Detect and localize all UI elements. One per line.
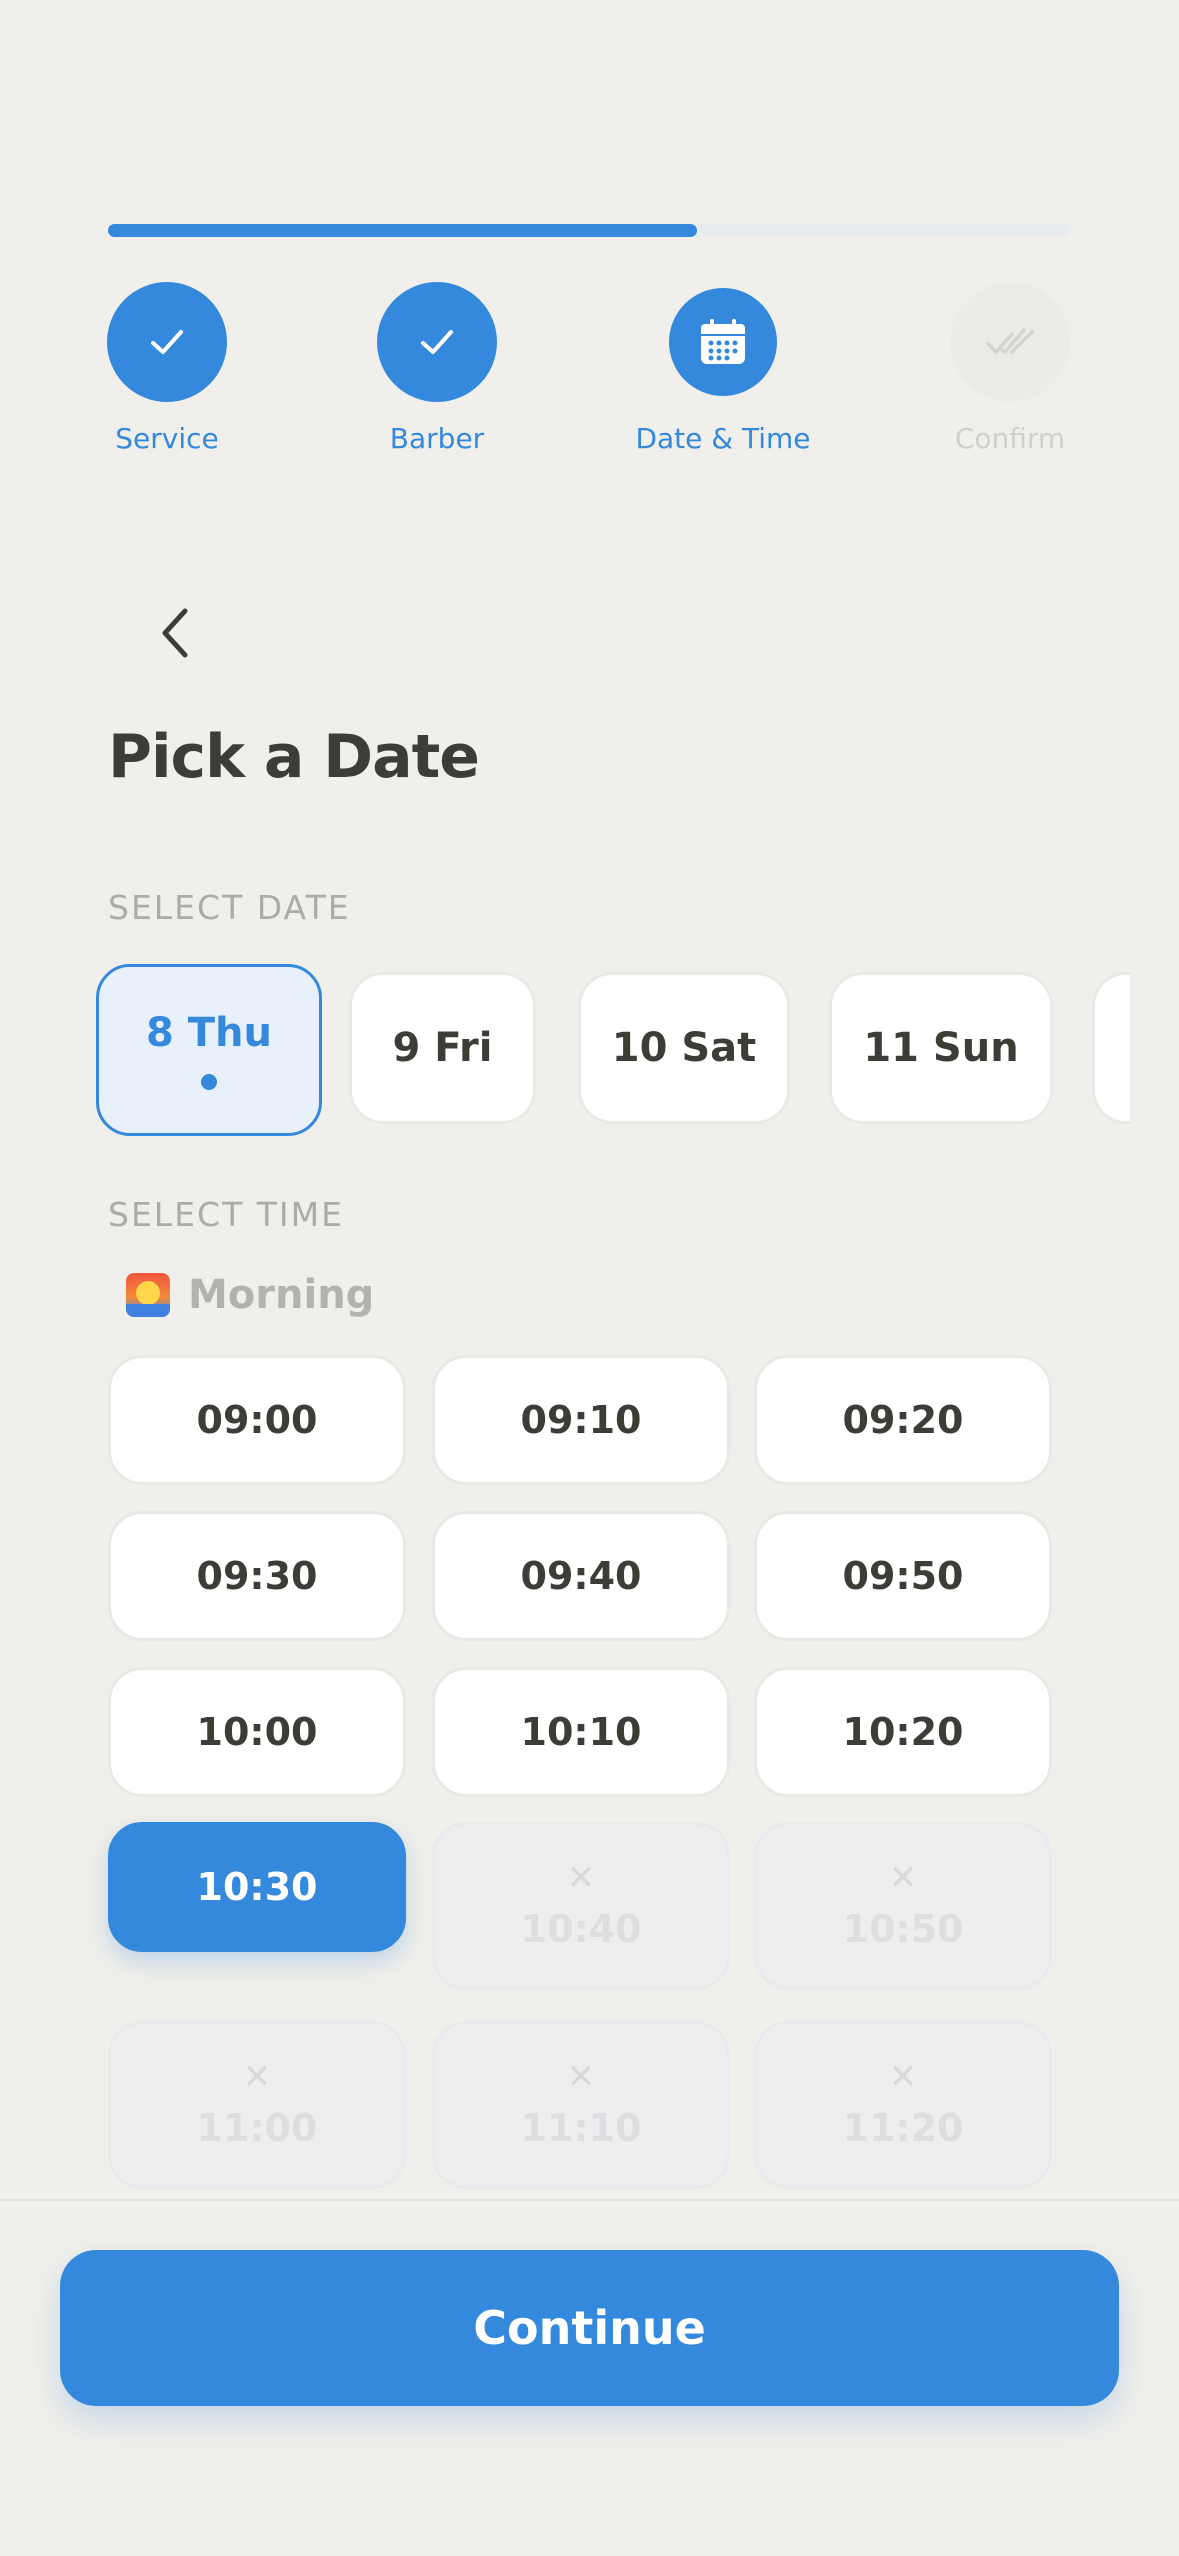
checkmark-icon [377, 282, 497, 402]
step-confirm[interactable]: Confirm [890, 282, 1130, 455]
time-slot[interactable]: 09:00 [108, 1355, 406, 1485]
sunrise-icon [126, 1273, 170, 1317]
step-label: Barber [389, 422, 485, 455]
select-time-label: SELECT TIME [108, 1195, 344, 1234]
time-slot[interactable]: 10:30 [108, 1822, 406, 1952]
period-header: Morning [126, 1272, 374, 1318]
period-label: Morning [188, 1272, 375, 1318]
progress-fill [108, 224, 698, 237]
divider [0, 2199, 1179, 2201]
time-slot[interactable]: 09:30 [108, 1511, 406, 1641]
date-chip-label: 10 Sat [611, 1025, 757, 1071]
chevron-left-icon [162, 608, 188, 658]
time-slot-label: 09:10 [520, 1398, 642, 1442]
date-chip[interactable]: 10 Sat [578, 972, 790, 1124]
back-button[interactable] [140, 598, 210, 668]
unavailable-x-icon: ✕ [242, 2057, 272, 2097]
time-slot-label: 10:00 [196, 1710, 318, 1754]
continue-button[interactable]: Continue [60, 2250, 1119, 2406]
date-chip-label: 9 Fri [392, 1025, 493, 1071]
date-chip[interactable] [1092, 972, 1130, 1124]
time-slot[interactable]: 09:20 [754, 1355, 1052, 1485]
step-barber[interactable]: Barber [317, 282, 557, 455]
time-slot: ✕ 10:50 [754, 1822, 1052, 1990]
time-slot-label: 10:20 [842, 1710, 964, 1754]
step-service[interactable]: Service [47, 282, 287, 455]
step-label: Date & Time [635, 422, 811, 455]
time-slot[interactable]: 10:00 [108, 1667, 406, 1797]
unavailable-x-icon: ✕ [566, 1858, 596, 1898]
page-title: Pick a Date [108, 722, 480, 792]
time-slot-label: 10:10 [520, 1710, 642, 1754]
selected-dot-icon [201, 1074, 217, 1090]
date-scroller[interactable]: 8 Thu 9 Fri 10 Sat 11 Sun [96, 962, 1130, 1142]
time-slot-label: 09:20 [842, 1398, 964, 1442]
calendar-icon [669, 288, 777, 396]
date-chip[interactable]: 11 Sun [829, 972, 1053, 1124]
step-label: Service [115, 422, 219, 455]
time-slot-label: 10:40 [520, 1907, 642, 1951]
step-label: Confirm [954, 422, 1066, 455]
progress-bar [108, 224, 1071, 237]
time-slot[interactable]: 09:50 [754, 1511, 1052, 1641]
date-chip-label: 8 Thu [146, 1010, 272, 1056]
date-chip-label: 11 Sun [863, 1025, 1019, 1071]
select-date-label: SELECT DATE [108, 888, 351, 927]
time-slot[interactable]: 10:20 [754, 1667, 1052, 1797]
time-slot-label: 09:30 [196, 1554, 318, 1598]
time-slot-label: 11:20 [842, 2106, 964, 2150]
time-slot: ✕ 11:10 [432, 2021, 730, 2189]
time-slot: ✕ 11:20 [754, 2021, 1052, 2189]
time-slot-label: 11:00 [196, 2106, 318, 2150]
time-slot[interactable]: 10:10 [432, 1667, 730, 1797]
unavailable-x-icon: ✕ [566, 2057, 596, 2097]
time-slot-label: 09:40 [520, 1554, 642, 1598]
date-chip[interactable]: 8 Thu [96, 964, 322, 1136]
time-slot[interactable]: 09:10 [432, 1355, 730, 1485]
date-chip[interactable]: 9 Fri [349, 972, 536, 1124]
unavailable-x-icon: ✕ [888, 2057, 918, 2097]
time-slot-label: 11:10 [520, 2106, 642, 2150]
double-check-icon [950, 282, 1070, 402]
unavailable-x-icon: ✕ [888, 1858, 918, 1898]
step-date-time[interactable]: Date & Time [603, 282, 843, 455]
time-slot: ✕ 11:00 [108, 2021, 406, 2189]
checkmark-icon [107, 282, 227, 402]
time-slot: ✕ 10:40 [432, 1822, 730, 1990]
time-slot-label: 10:30 [196, 1865, 318, 1909]
time-slot-label: 09:00 [196, 1398, 318, 1442]
time-slot-label: 10:50 [842, 1907, 964, 1951]
time-slot-label: 09:50 [842, 1554, 964, 1598]
time-slot[interactable]: 09:40 [432, 1511, 730, 1641]
